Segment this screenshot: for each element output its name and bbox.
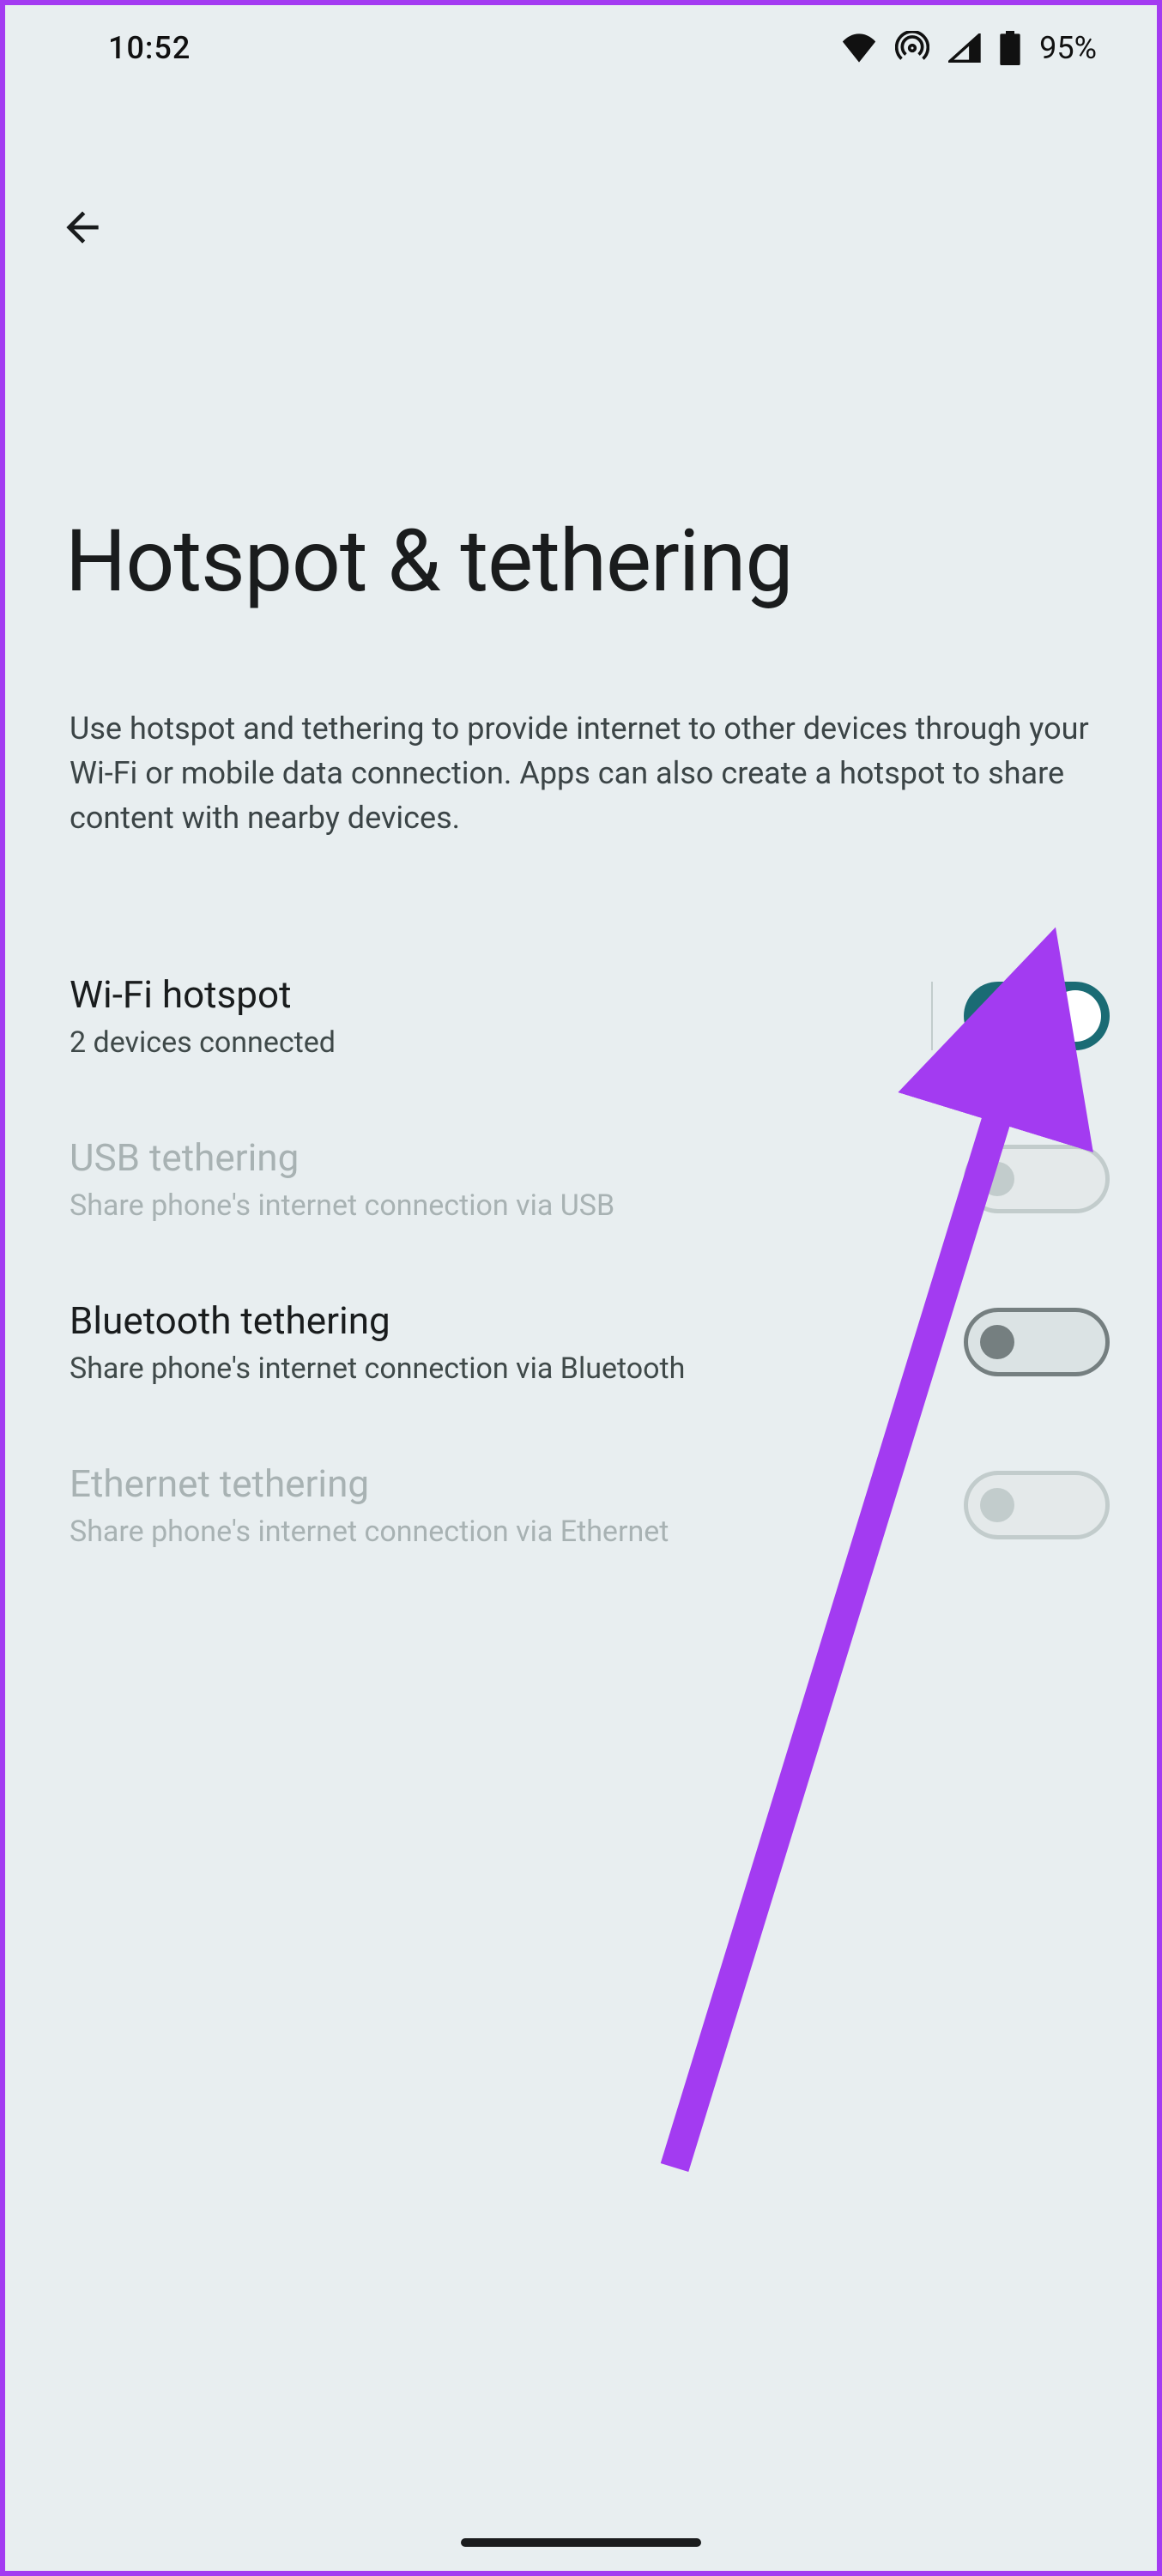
setting-title: Ethernet tethering (70, 1461, 911, 1506)
setting-subtitle: Share phone's internet connection via US… (70, 1188, 911, 1223)
status-bar: 10:52 95% (5, 5, 1157, 91)
setting-usb-tethering: USB tethering Share phone's internet con… (70, 1098, 1110, 1261)
app-bar (5, 91, 1157, 263)
setting-title: Bluetooth tethering (70, 1298, 911, 1343)
cellular-icon (948, 33, 981, 63)
toggle-knob (980, 1488, 1014, 1522)
setting-text: Wi-Fi hotspot 2 devices connected (70, 972, 911, 1060)
hotspot-icon (895, 31, 929, 65)
setting-wifi-hotspot[interactable]: Wi-Fi hotspot 2 devices connected (70, 934, 1110, 1098)
status-time: 10:52 (108, 30, 191, 66)
setting-title: Wi-Fi hotspot (70, 972, 911, 1017)
arrow-back-icon (58, 203, 106, 254)
page-description: Use hotspot and tethering to provide int… (5, 612, 1157, 840)
wifi-icon (842, 33, 876, 63)
setting-text: Bluetooth tethering Share phone's intern… (70, 1298, 911, 1386)
setting-text: Ethernet tethering Share phone's interne… (70, 1461, 911, 1549)
setting-subtitle: Share phone's internet connection via Et… (70, 1515, 911, 1549)
divider (931, 982, 933, 1050)
device-frame: 10:52 95% Hotspot & tethering Use (0, 0, 1162, 2576)
setting-text: USB tethering Share phone's internet con… (70, 1135, 911, 1223)
ethernet-tethering-toggle (964, 1471, 1110, 1539)
setting-subtitle: Share phone's internet connection via Bl… (70, 1351, 911, 1386)
wifi-hotspot-toggle[interactable] (964, 982, 1110, 1050)
setting-ethernet-tethering: Ethernet tethering Share phone's interne… (70, 1424, 1110, 1587)
setting-subtitle: 2 devices connected (70, 1025, 911, 1060)
home-indicator (461, 2538, 701, 2547)
usb-tethering-toggle (964, 1145, 1110, 1213)
toggle-knob (1050, 990, 1101, 1042)
battery-icon (1000, 31, 1020, 65)
status-icons: 95% (842, 30, 1097, 66)
toggle-knob (980, 1325, 1014, 1359)
toggle-knob (980, 1162, 1014, 1196)
page-title: Hotspot & tethering (5, 263, 1157, 612)
back-button[interactable] (48, 194, 117, 263)
setting-bluetooth-tethering[interactable]: Bluetooth tethering Share phone's intern… (70, 1261, 1110, 1424)
bluetooth-tethering-toggle[interactable] (964, 1308, 1110, 1376)
settings-list: Wi-Fi hotspot 2 devices connected USB te… (5, 840, 1157, 1587)
battery-percentage: 95% (1039, 30, 1097, 66)
setting-title: USB tethering (70, 1135, 911, 1180)
